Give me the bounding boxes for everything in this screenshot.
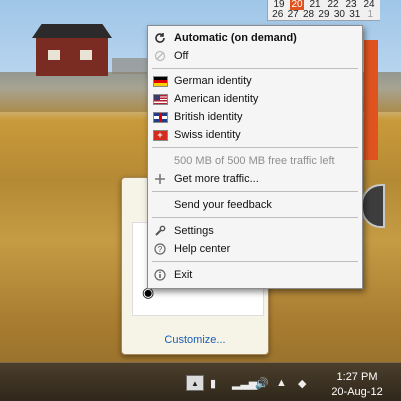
- menu-item-label: Automatic (on demand): [174, 32, 297, 44]
- menu-item-label: Exit: [174, 269, 193, 281]
- wrench-icon: [148, 225, 172, 237]
- calendar-day[interactable]: 30: [334, 10, 345, 20]
- flag-ch-icon: +: [148, 129, 172, 141]
- menu-item-exit[interactable]: Exit: [148, 266, 362, 284]
- show-hidden-icons-button[interactable]: ▲: [186, 375, 204, 391]
- calendar-day[interactable]: 27: [287, 10, 299, 20]
- calendar-day[interactable]: 26: [272, 10, 283, 20]
- customize-link[interactable]: Customize...: [122, 334, 268, 346]
- menu-item-help-center[interactable]: ? Help center: [148, 240, 362, 258]
- refresh-icon: [148, 32, 172, 44]
- menu-item-settings[interactable]: Settings: [148, 222, 362, 240]
- menu-item-get-more-traffic[interactable]: Get more traffic...: [148, 170, 362, 188]
- menu-item-label: Help center: [174, 243, 231, 255]
- flag-gb-icon: [148, 111, 172, 123]
- menu-item-german-identity[interactable]: German identity: [148, 72, 362, 90]
- menu-item-label: Swiss identity: [174, 129, 241, 141]
- calendar-widget[interactable]: 19 20 21 22 23 24 26 27 28 29 30 31 1: [267, 0, 380, 21]
- clock[interactable]: 1:27 PM 20-Aug-12: [330, 370, 384, 400]
- menu-item-label: Get more traffic...: [174, 173, 259, 185]
- traffic-status: 500 MB of 500 MB free traffic left: [148, 152, 362, 170]
- calendar-day[interactable]: 28: [303, 10, 314, 20]
- volume-icon[interactable]: 🔊: [255, 377, 269, 390]
- clock-date: 20-Aug-12: [331, 386, 383, 398]
- menu-separator: [152, 261, 358, 262]
- battery-icon[interactable]: ▮: [210, 377, 216, 390]
- calendar-day[interactable]: 31: [349, 10, 360, 20]
- gadget-panel: [364, 40, 378, 160]
- menu-item-swiss-identity[interactable]: + Swiss identity: [148, 126, 362, 144]
- flag-de-icon: [148, 75, 172, 87]
- menu-item-automatic[interactable]: Automatic (on demand): [148, 29, 362, 47]
- clock-time: 1:27 PM: [336, 371, 378, 383]
- house-window: [80, 50, 92, 60]
- info-icon: [148, 269, 172, 281]
- fence-image: [112, 58, 152, 74]
- house-wall: [36, 38, 108, 76]
- menu-item-label: American identity: [174, 93, 259, 105]
- flag-us-icon: [148, 93, 172, 105]
- dropbox-icon[interactable]: ◆: [298, 377, 306, 390]
- calendar-day[interactable]: 29: [318, 10, 329, 20]
- calendar-day[interactable]: 1: [365, 10, 376, 20]
- menu-item-label: Off: [174, 50, 189, 62]
- svg-text:?: ?: [158, 245, 163, 254]
- desktop-wallpaper: 19 20 21 22 23 24 26 27 28 29 30 31 1 ◉ …: [0, 0, 401, 401]
- drive-icon[interactable]: ▲: [276, 377, 287, 389]
- menu-separator: [152, 147, 358, 148]
- house-image: [32, 24, 112, 76]
- plus-icon: [148, 173, 172, 185]
- menu-separator: [152, 191, 358, 192]
- house-roof: [32, 24, 112, 38]
- house-window: [48, 50, 60, 60]
- context-menu: Automatic (on demand) Off German identit…: [147, 25, 363, 289]
- menu-item-label: British identity: [174, 111, 243, 123]
- menu-item-british-identity[interactable]: British identity: [148, 108, 362, 126]
- menu-item-american-identity[interactable]: American identity: [148, 90, 362, 108]
- calendar-row: 26 27 28 29 30 31 1: [268, 10, 380, 20]
- menu-item-label: German identity: [174, 75, 252, 87]
- signal-icon[interactable]: ▂▃▅: [232, 377, 257, 390]
- menu-item-send-feedback[interactable]: Send your feedback: [148, 196, 362, 214]
- menu-separator: [152, 217, 358, 218]
- menu-item-label: Settings: [174, 225, 214, 237]
- menu-item-label: Send your feedback: [174, 199, 272, 211]
- menu-separator: [152, 68, 358, 69]
- off-icon: [148, 50, 172, 62]
- menu-item-off[interactable]: Off: [148, 47, 362, 65]
- meter-gadget: [361, 184, 385, 228]
- question-icon: ?: [148, 243, 172, 255]
- traffic-status-label: 500 MB of 500 MB free traffic left: [174, 155, 335, 167]
- taskbar: ▲ ▮ ▂▃▅ 🔊 ▲ ◆ 1:27 PM 20-Aug-12: [0, 362, 401, 401]
